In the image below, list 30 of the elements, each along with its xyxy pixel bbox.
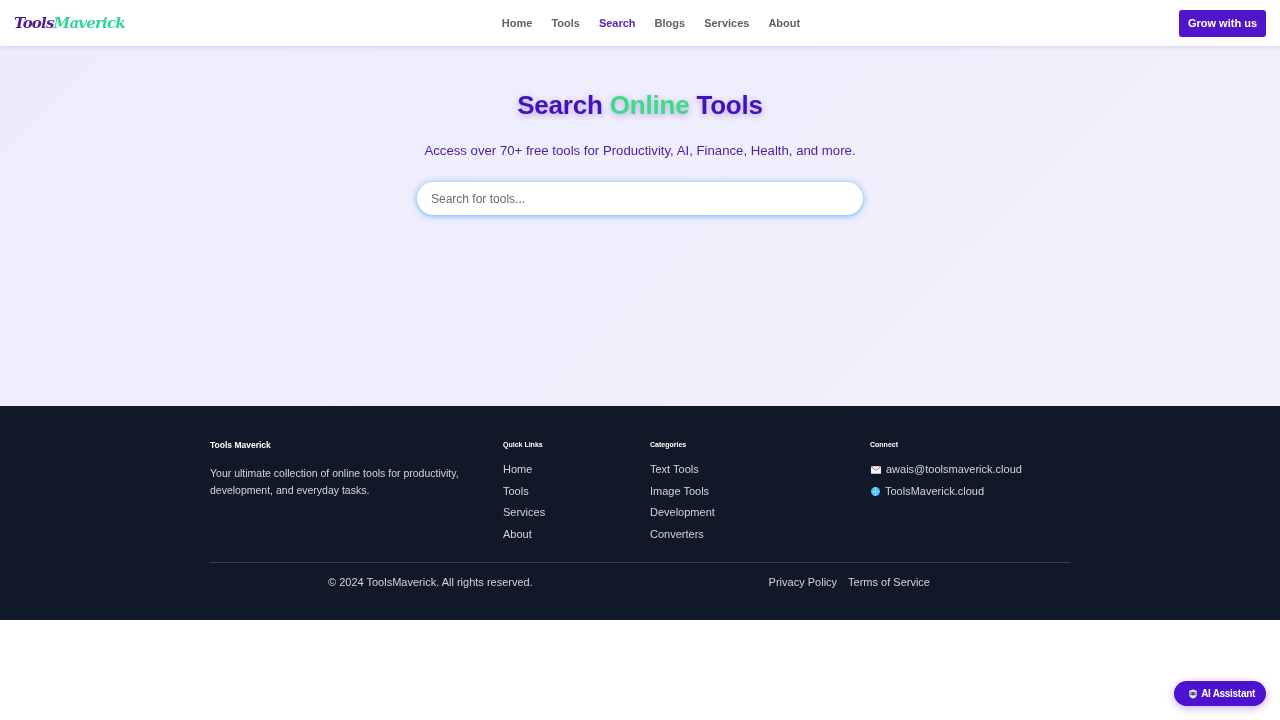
footer-link[interactable]: Converters — [650, 527, 704, 541]
copyright-text: © 2024 ToolsMaverick. All rights reserved. — [328, 576, 533, 589]
footer-link[interactable]: Image Tools — [650, 484, 710, 498]
page-title: Search Online Tools — [517, 89, 763, 121]
footer-link[interactable]: Tools — [503, 484, 529, 498]
ai-assistant-button[interactable]: AI Assistant — [1174, 681, 1266, 706]
nav-link[interactable]: Search — [598, 17, 636, 29]
nav-link[interactable]: Blogs — [654, 17, 686, 29]
footer-link[interactable]: Text Tools — [650, 463, 699, 477]
legal-link[interactable]: Terms of Service — [848, 576, 930, 589]
footer-link[interactable]: About — [503, 527, 532, 541]
grow-with-us-button[interactable]: Grow with us — [1178, 9, 1266, 37]
nav-link[interactable]: Tools — [551, 17, 580, 29]
website-link[interactable]: ToolsMaverick.cloud — [885, 484, 985, 498]
legal-link[interactable]: Privacy Policy — [768, 576, 838, 589]
email-link[interactable]: awais@toolsmaverick.cloud — [886, 463, 1022, 477]
nav-link[interactable]: Services — [704, 17, 750, 29]
nav-link[interactable]: About — [768, 17, 801, 29]
envelope-icon — [871, 465, 881, 474]
footer-link[interactable]: Home — [503, 463, 533, 477]
logo-link[interactable]: ToolsMaverick — [14, 14, 125, 32]
nav-link[interactable]: Home — [501, 17, 533, 29]
footer-link[interactable]: Services — [503, 506, 546, 520]
search-field[interactable]: Search for tools... — [417, 182, 863, 215]
footer-link[interactable]: Development — [650, 506, 715, 520]
globe-icon — [871, 486, 880, 496]
footer-brand-title: Tools Maverick — [210, 440, 272, 451]
footer-description: Your ultimate collection of online tools for productivity, development, and everyday tasks. — [210, 466, 460, 498]
hero-subtitle: Access over 70+ free tools for Productivity, AI, Finance, Health, and more. — [424, 142, 856, 160]
robot-face-icon — [1188, 688, 1199, 699]
